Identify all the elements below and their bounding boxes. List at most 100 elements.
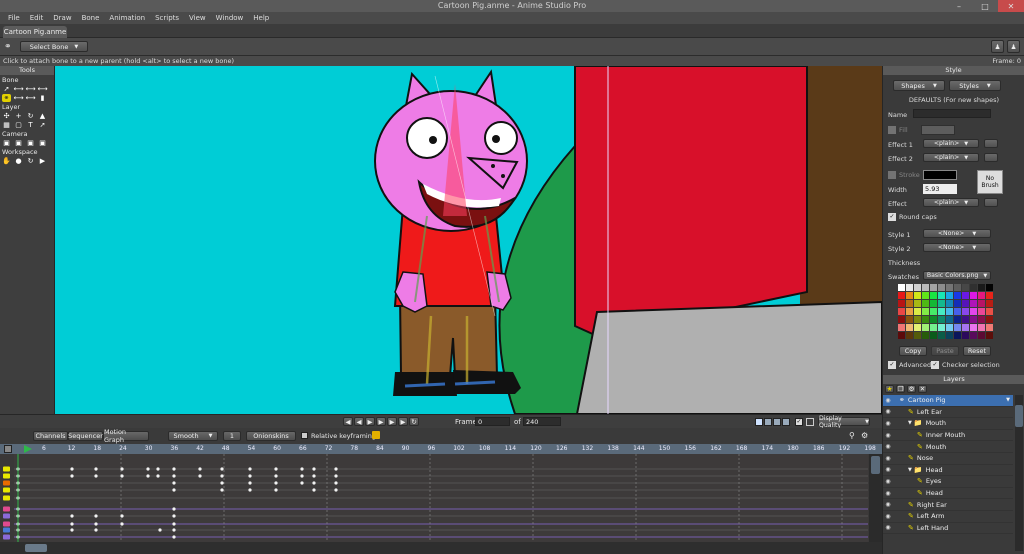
- palette-swatch[interactable]: [938, 292, 945, 299]
- eye-icon[interactable]: ◉: [883, 443, 893, 450]
- eyedropper-icon[interactable]: ➚: [38, 121, 47, 129]
- palette-swatch[interactable]: [938, 332, 945, 339]
- palette-swatch[interactable]: [962, 316, 969, 323]
- palette-swatch[interactable]: [962, 292, 969, 299]
- palette-swatch[interactable]: [898, 324, 905, 331]
- rotate-workspace-icon[interactable]: ↻: [26, 157, 35, 165]
- palette-swatch[interactable]: [970, 292, 977, 299]
- maximize-icon[interactable]: □: [972, 0, 998, 12]
- frame-outline-icon[interactable]: [806, 418, 814, 426]
- translate-layer-icon[interactable]: +: [14, 112, 23, 120]
- view-single-icon[interactable]: [755, 418, 763, 426]
- layer-row[interactable]: ◉ ✎ Inner Mouth: [883, 430, 1013, 442]
- palette-swatch[interactable]: [906, 300, 913, 307]
- palette-swatch[interactable]: [978, 332, 985, 339]
- palette-swatch[interactable]: [978, 308, 985, 315]
- palette-swatch[interactable]: [954, 292, 961, 299]
- palette-swatch[interactable]: [954, 316, 961, 323]
- delete-layer-icon[interactable]: ✕: [918, 385, 927, 393]
- layer-row[interactable]: ◉ ✎ Left Ear: [883, 407, 1013, 419]
- palette-swatch[interactable]: [946, 292, 953, 299]
- palette-swatch[interactable]: [986, 324, 993, 331]
- menu-item-animation[interactable]: Animation: [104, 14, 150, 22]
- palette-swatch[interactable]: [978, 284, 985, 291]
- palette-swatch[interactable]: [946, 308, 953, 315]
- palette-swatch[interactable]: [978, 324, 985, 331]
- expand-arrow-icon[interactable]: ▼: [908, 467, 912, 473]
- rotate-bone-icon[interactable]: ⟷: [37, 85, 47, 93]
- palette-swatch[interactable]: [986, 300, 993, 307]
- eye-icon[interactable]: ◉: [883, 397, 893, 404]
- palette-swatch[interactable]: [914, 316, 921, 323]
- name-field[interactable]: [913, 109, 991, 118]
- fast-forward-button[interactable]: ▶: [387, 417, 397, 426]
- palette-swatch[interactable]: [946, 332, 953, 339]
- menu-item-help[interactable]: Help: [248, 14, 274, 22]
- palette-swatch[interactable]: [930, 308, 937, 315]
- canvas-viewport[interactable]: [55, 66, 882, 414]
- palette-swatch[interactable]: [986, 284, 993, 291]
- palette-swatch[interactable]: [978, 300, 985, 307]
- timeline-scrollbar[interactable]: [0, 542, 882, 554]
- effect1-dropdown[interactable]: <plain> ▼: [923, 139, 979, 148]
- eye-icon[interactable]: ◉: [883, 420, 893, 427]
- timeline-ruler[interactable]: 6 12 18 24 30 36 42 48 54 60 66 72 78 84 90 96 102 108 114…: [0, 444, 882, 454]
- timeline-settings-icon[interactable]: ⚙: [861, 431, 868, 440]
- palette-swatch[interactable]: [922, 308, 929, 315]
- playhead-icon[interactable]: [24, 445, 32, 453]
- palette-swatch[interactable]: [898, 332, 905, 339]
- palette-swatch[interactable]: [922, 324, 929, 331]
- step-back-button[interactable]: ◀: [354, 417, 364, 426]
- eye-icon[interactable]: ◉: [883, 501, 893, 508]
- paste-button[interactable]: Paste: [931, 346, 959, 356]
- color-palette[interactable]: [898, 284, 994, 340]
- palette-swatch[interactable]: [970, 284, 977, 291]
- no-brush-button[interactable]: No Brush: [977, 170, 1003, 194]
- palette-swatch[interactable]: [930, 316, 937, 323]
- palette-swatch[interactable]: [970, 332, 977, 339]
- expand-arrow-icon[interactable]: ▼: [908, 420, 912, 426]
- palette-swatch[interactable]: [962, 284, 969, 291]
- palette-swatch[interactable]: [954, 324, 961, 331]
- palette-swatch[interactable]: [898, 316, 905, 323]
- play-button[interactable]: ▶: [365, 417, 375, 426]
- manipulate-bones-icon[interactable]: ▮: [38, 94, 47, 102]
- palette-swatch[interactable]: [906, 316, 913, 323]
- palette-swatch[interactable]: [954, 332, 961, 339]
- lock-icon[interactable]: [372, 431, 380, 439]
- zoom-icon[interactable]: ●: [14, 157, 23, 165]
- palette-swatch[interactable]: [914, 324, 921, 331]
- effect2-dropdown[interactable]: <plain> ▼: [923, 153, 979, 162]
- checkbox-icon[interactable]: ✓: [795, 418, 803, 426]
- palette-swatch[interactable]: [938, 284, 945, 291]
- palette-swatch[interactable]: [962, 332, 969, 339]
- palette-swatch[interactable]: [938, 300, 945, 307]
- layer-scroll-thumb[interactable]: [1015, 405, 1023, 427]
- palette-swatch[interactable]: [922, 316, 929, 323]
- text-icon[interactable]: T: [26, 121, 35, 129]
- palette-swatch[interactable]: [970, 300, 977, 307]
- end-button[interactable]: ▶: [398, 417, 408, 426]
- document-tab[interactable]: Cartoon Pig.anme: [3, 26, 67, 38]
- palette-swatch[interactable]: [962, 300, 969, 307]
- eye-icon[interactable]: ◉: [883, 513, 893, 520]
- palette-swatch[interactable]: [970, 316, 977, 323]
- palette-swatch[interactable]: [914, 300, 921, 307]
- onionskins-button[interactable]: Onionskins: [246, 431, 296, 441]
- tab-motion-graph[interactable]: Motion Graph: [103, 428, 149, 444]
- scale-layer-icon[interactable]: ▲: [38, 112, 47, 120]
- add-bone-icon[interactable]: ⚭: [2, 93, 11, 102]
- palette-swatch[interactable]: [898, 284, 905, 291]
- fill-color-swatch[interactable]: [921, 125, 955, 135]
- palette-swatch[interactable]: [922, 284, 929, 291]
- menu-item-bone[interactable]: Bone: [77, 14, 105, 22]
- translate-bone-icon[interactable]: ⟷: [13, 85, 23, 93]
- copy-button[interactable]: Copy: [899, 346, 927, 356]
- palette-swatch[interactable]: [954, 308, 961, 315]
- stroke-color-swatch[interactable]: [923, 170, 957, 180]
- palette-swatch[interactable]: [978, 292, 985, 299]
- view-split-icon[interactable]: [764, 418, 772, 426]
- chevron-down-icon[interactable]: ▼: [1006, 397, 1010, 403]
- effect-edit-button[interactable]: [984, 198, 998, 207]
- palette-swatch[interactable]: [962, 324, 969, 331]
